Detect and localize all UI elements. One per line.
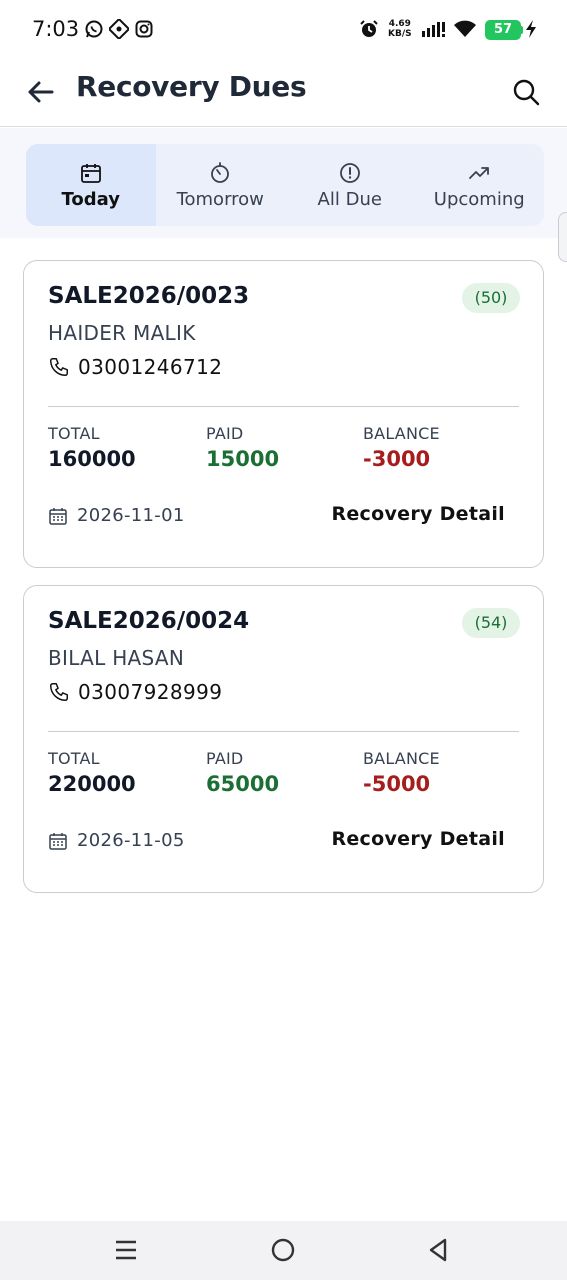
- date-row: 2026-11-05: [48, 830, 185, 851]
- tab-tomorrow[interactable]: Tomorrow: [156, 144, 286, 226]
- signal-icon: [422, 22, 445, 37]
- instagram-icon: [135, 20, 153, 38]
- app-bar: Recovery Dues: [0, 60, 567, 127]
- divider: [48, 406, 519, 407]
- paid-value: 15000: [206, 447, 280, 471]
- tab-section: Today Tomorrow All Due Upcoming: [0, 128, 567, 238]
- total-value: 160000: [48, 447, 136, 471]
- status-bar: 7:03 4.69 KB/S 57: [0, 0, 567, 60]
- recovery-card[interactable]: SALE2026/0023 (50) HAIDER MALIK 03001246…: [23, 260, 544, 568]
- count-badge: (50): [462, 283, 520, 313]
- alert-circle-icon: [339, 162, 360, 183]
- battery-level: 57: [485, 20, 521, 40]
- battery-tip: [520, 26, 523, 34]
- date-row: 2026-11-01: [48, 505, 185, 526]
- back-arrow-icon[interactable]: [22, 74, 58, 110]
- tab-label: All Due: [317, 188, 382, 210]
- app-icon: [109, 19, 129, 39]
- paid-label: PAID: [206, 424, 244, 443]
- search-icon[interactable]: [508, 74, 544, 110]
- phone-number: 03001246712: [78, 355, 223, 379]
- paid-stat: PAID 65000: [206, 749, 279, 796]
- tab-today[interactable]: Today: [26, 144, 156, 226]
- customer-name: BILAL HASAN: [48, 646, 185, 670]
- charging-icon: [526, 20, 536, 38]
- phone-icon: [50, 358, 68, 376]
- network-speed-unit: KB/S: [388, 29, 412, 39]
- timer-icon: [211, 161, 230, 183]
- tab-bar: Today Tomorrow All Due Upcoming: [26, 144, 544, 226]
- whatsapp-icon: [85, 20, 103, 38]
- paid-label: PAID: [206, 749, 244, 768]
- balance-stat: BALANCE -3000: [363, 424, 440, 471]
- customer-name: HAIDER MALIK: [48, 321, 196, 345]
- menu-icon[interactable]: [111, 1235, 141, 1265]
- total-value: 220000: [48, 772, 136, 796]
- balance-label: BALANCE: [363, 749, 440, 768]
- tab-all-due[interactable]: All Due: [285, 144, 415, 226]
- calendar-icon: [80, 163, 101, 183]
- calendar-icon: [49, 507, 67, 525]
- balance-stat: BALANCE -5000: [363, 749, 440, 796]
- count-badge: (54): [462, 608, 520, 638]
- status-time: 7:03: [32, 17, 80, 41]
- paid-stat: PAID 15000: [206, 424, 279, 471]
- balance-label: BALANCE: [363, 424, 440, 443]
- network-speed-value: 4.69: [388, 19, 411, 29]
- calendar-icon: [49, 832, 67, 850]
- tab-label: Tomorrow: [176, 188, 264, 210]
- divider: [48, 731, 519, 732]
- balance-value: -3000: [363, 447, 431, 471]
- total-stat: TOTAL 220000: [48, 749, 136, 796]
- total-label: TOTAL: [48, 424, 100, 443]
- due-date: 2026-11-05: [77, 830, 185, 851]
- recovery-card[interactable]: SALE2026/0024 (54) BILAL HASAN 030079289…: [23, 585, 544, 893]
- phone-row[interactable]: 03001246712: [48, 355, 222, 379]
- balance-value: -5000: [363, 772, 431, 796]
- total-label: TOTAL: [48, 749, 100, 768]
- back-icon[interactable]: [423, 1235, 453, 1265]
- recovery-detail-button[interactable]: Recovery Detail: [331, 828, 505, 850]
- tab-upcoming[interactable]: Upcoming: [415, 144, 545, 226]
- page-title: Recovery Dues: [76, 70, 307, 103]
- paid-value: 65000: [206, 772, 280, 796]
- total-stat: TOTAL 160000: [48, 424, 136, 471]
- sale-number: SALE2026/0023: [48, 283, 250, 309]
- system-nav-bar: [0, 1221, 567, 1280]
- phone-number: 03007928999: [78, 680, 223, 704]
- alarm-icon: [360, 20, 378, 37]
- sale-number: SALE2026/0024: [48, 608, 250, 634]
- home-icon[interactable]: [268, 1235, 298, 1265]
- recovery-detail-button[interactable]: Recovery Detail: [331, 503, 505, 525]
- phone-row[interactable]: 03007928999: [48, 680, 222, 704]
- due-date: 2026-11-01: [77, 505, 185, 526]
- network-speed: 4.69 KB/S: [388, 19, 412, 39]
- trending-up-icon: [469, 166, 490, 179]
- wifi-icon: [454, 20, 476, 37]
- phone-icon: [50, 683, 68, 701]
- scroll-handle[interactable]: [558, 212, 567, 262]
- tab-label: Today: [61, 188, 120, 210]
- tab-label: Upcoming: [433, 188, 525, 210]
